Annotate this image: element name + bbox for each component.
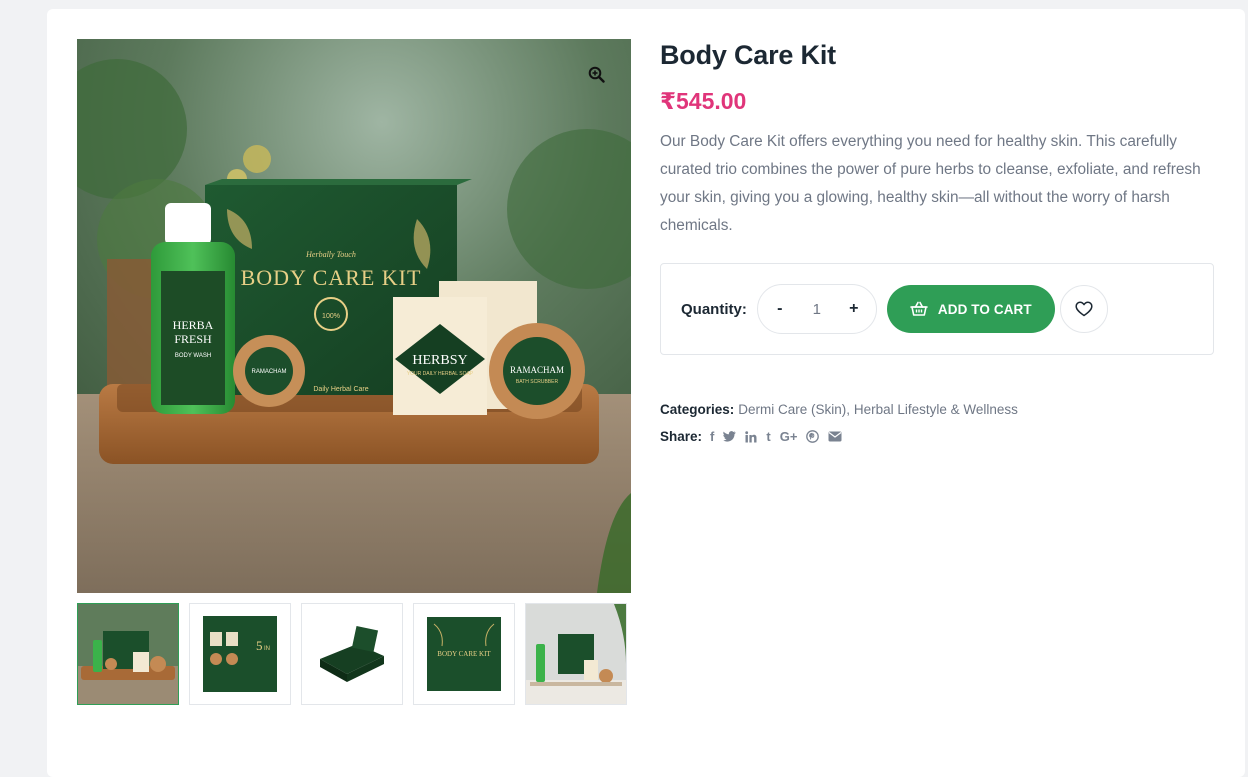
basket-icon	[910, 301, 928, 316]
product-price: ₹545.00	[660, 88, 747, 114]
thumbnail-image: BODY CARE KIT	[414, 604, 514, 704]
share-label: Share:	[660, 429, 703, 444]
heart-icon	[1075, 301, 1093, 317]
twitter-icon[interactable]	[723, 431, 737, 442]
product-card: BODY CARE KIT Herbally Touch 100% Daily …	[47, 9, 1245, 777]
svg-text:Daily Herbal Care: Daily Herbal Care	[313, 386, 368, 393]
svg-text:HERBSY: HERBSY	[412, 353, 467, 368]
svg-text:100%: 100%	[322, 313, 340, 320]
product-meta: Categories: Dermi Care (Skin), Herbal Li…	[660, 396, 1216, 450]
categories-label: Categories:	[660, 402, 735, 417]
categories-row: Categories: Dermi Care (Skin), Herbal Li…	[660, 396, 1216, 423]
linkedin-icon[interactable]	[745, 430, 757, 443]
add-to-cart-label: ADD TO CART	[937, 301, 1032, 317]
svg-text:Herbally Touch: Herbally Touch	[305, 250, 356, 259]
product-summary: Body Care Kit ₹545.00 Our Body Care Kit …	[660, 39, 1216, 450]
product-description: Our Body Care Kit offers everything you …	[660, 133, 1201, 234]
quantity-stepper: - +	[756, 284, 877, 334]
share-icons: f t G+	[710, 429, 842, 444]
share-row: Share: f t G+	[660, 423, 1216, 450]
thumbnail-image	[78, 604, 178, 704]
add-to-cart-button[interactable]: ADD TO CART	[886, 285, 1055, 333]
thumbnail-image	[526, 604, 626, 704]
category-link-dermi-care[interactable]: Dermi Care (Skin)	[738, 402, 846, 417]
pinterest-icon[interactable]	[806, 430, 820, 443]
wishlist-button[interactable]	[1059, 285, 1108, 333]
facebook-icon[interactable]: f	[710, 429, 714, 444]
thumbnail-4[interactable]: BODY CARE KIT	[413, 603, 515, 705]
svg-text:RAMACHAM: RAMACHAM	[251, 369, 286, 375]
thumbnail-5[interactable]	[525, 603, 627, 705]
svg-text:BODY WASH: BODY WASH	[175, 353, 211, 359]
svg-text:RAMACHAM: RAMACHAM	[510, 365, 564, 375]
product-title: Body Care Kit	[660, 40, 836, 70]
quantity-label: Quantity:	[681, 300, 747, 318]
thumbnail-3[interactable]	[301, 603, 403, 705]
thumbnail-strip: 5 IN BODY CARE KIT	[77, 603, 627, 705]
thumbnail-2[interactable]: 5 IN	[189, 603, 291, 705]
category-separator: ,	[846, 402, 851, 417]
svg-text:YOUR DAILY HERBAL SOAP: YOUR DAILY HERBAL SOAP	[407, 371, 474, 377]
thumbnail-image	[302, 604, 402, 704]
zoom-in-icon	[588, 66, 605, 83]
svg-text:BODY CARE KIT: BODY CARE KIT	[241, 265, 422, 290]
add-to-cart-form: Quantity: - + ADD TO CART	[660, 263, 1214, 355]
svg-text:BODY CARE KIT: BODY CARE KIT	[437, 650, 491, 658]
svg-text:HERBA: HERBA	[173, 318, 214, 332]
google-plus-icon[interactable]: G+	[780, 429, 798, 444]
svg-text:5: 5	[256, 638, 263, 653]
svg-text:FRESH: FRESH	[174, 332, 212, 346]
quantity-increase-button[interactable]: +	[846, 300, 862, 318]
svg-text:IN: IN	[264, 646, 270, 652]
product-photo: BODY CARE KIT Herbally Touch 100% Daily …	[77, 39, 631, 593]
email-icon[interactable]	[828, 431, 842, 442]
product-main-image[interactable]: BODY CARE KIT Herbally Touch 100% Daily …	[77, 39, 631, 593]
zoom-button[interactable]	[585, 63, 607, 85]
category-link-herbal-lifestyle[interactable]: Herbal Lifestyle & Wellness	[854, 402, 1018, 417]
thumbnail-1[interactable]	[77, 603, 179, 705]
tumblr-icon[interactable]: t	[766, 429, 770, 444]
svg-text:BATH SCRUBBER: BATH SCRUBBER	[516, 379, 559, 385]
thumbnail-image: 5 IN	[190, 604, 290, 704]
quantity-input[interactable]	[796, 300, 837, 318]
quantity-decrease-button[interactable]: -	[772, 300, 788, 318]
